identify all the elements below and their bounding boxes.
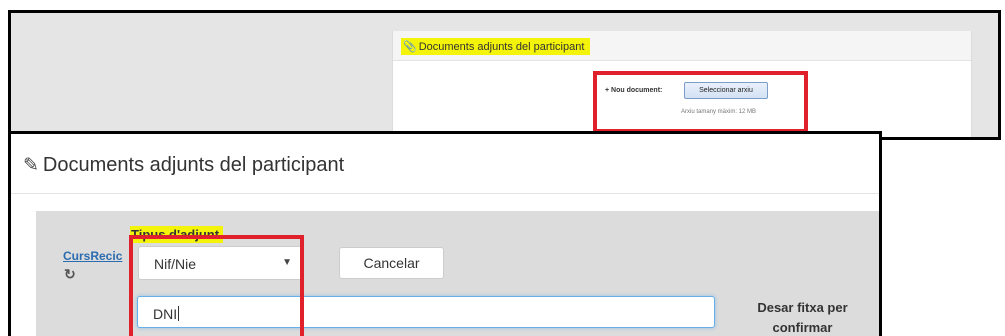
- paperclip-icon: ✎: [23, 155, 39, 176]
- select-file-button[interactable]: Seleccionar arxiu: [684, 82, 768, 99]
- top-documents-panel: 📎 Documents adjunts del participant + Nou…: [392, 31, 972, 137]
- save-sheet-text[interactable]: Desar fitxa per confirmar: [745, 298, 860, 336]
- refresh-icon[interactable]: ↻: [64, 266, 76, 283]
- course-link[interactable]: CursRecic: [63, 249, 136, 263]
- front-panel-title: Documents adjunts del participant: [42, 154, 345, 176]
- annotation-box-upload: + Nou document: Seleccionar arxiu Arxiu …: [593, 71, 808, 133]
- front-panel-header: ✎ Documents adjunts del participant: [11, 134, 879, 194]
- front-screenshot: ✎ Documents adjunts del participant Tipus…: [8, 131, 882, 336]
- annotation-box-type: [129, 235, 304, 336]
- top-panel-title-highlight: 📎 Documents adjunts del participant: [401, 38, 591, 55]
- max-size-text: Arxiu tamany màxim: 12 MB: [681, 109, 757, 115]
- cancel-button[interactable]: Cancelar: [339, 247, 444, 279]
- top-screenshot: 📎 Documents adjunts del participant + Nou…: [8, 10, 1001, 140]
- top-panel-header: 📎 Documents adjunts del participant: [393, 31, 971, 61]
- top-panel-title: Documents adjunts del participant: [418, 41, 585, 53]
- new-document-label: + Nou document:: [605, 87, 663, 94]
- paperclip-icon: 📎: [403, 41, 417, 53]
